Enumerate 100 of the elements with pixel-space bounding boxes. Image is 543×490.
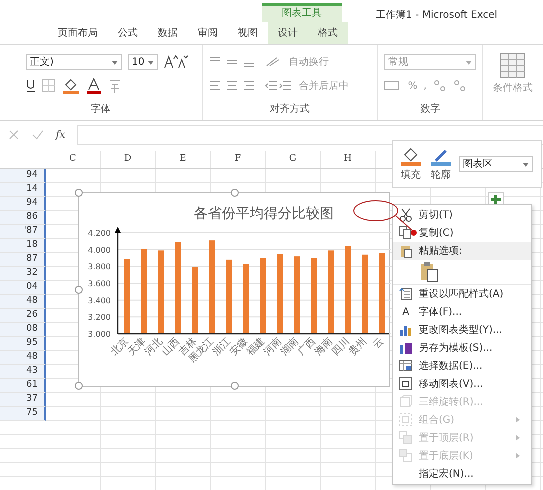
menu-item[interactable]: 更改图表类型(Y)...	[393, 321, 531, 339]
phonetic-icon[interactable]	[108, 78, 122, 94]
chart-bar	[243, 264, 249, 334]
table-cell: 43	[0, 365, 46, 379]
table-cell: 08	[0, 323, 46, 337]
menu-item[interactable]: 移动图表(V)...	[393, 375, 531, 393]
scissors-icon	[399, 208, 413, 222]
dropdown-arrow-icon	[148, 61, 154, 65]
axis-tick-label: 3.000	[88, 330, 111, 339]
table-cell: 32	[0, 267, 46, 281]
table-cell: 14	[0, 183, 46, 197]
dropdown-arrow-icon	[112, 61, 118, 65]
bar-chart-icon	[399, 323, 413, 337]
table-cell: '87	[0, 225, 46, 239]
currency-icon[interactable]	[384, 80, 402, 92]
ribbon-tab[interactable]: 设计	[268, 22, 308, 44]
group-label: 对齐方式	[269, 102, 312, 116]
column-header[interactable]: D	[101, 151, 156, 168]
menu-item[interactable]: 复制(C)	[393, 224, 531, 242]
reset-style-icon	[399, 287, 413, 301]
menu-item[interactable]: 剪切(T)	[393, 206, 531, 224]
menu-item[interactable]: 选择数据(E)...	[393, 357, 531, 375]
font-size-dropdown[interactable]: 10	[128, 54, 158, 70]
enter-icon[interactable]	[32, 129, 44, 141]
table-cell: 61	[0, 379, 46, 393]
menu-item[interactable]: 另存为模板(S)...	[393, 339, 531, 357]
outline-label[interactable]: 轮廓	[431, 168, 451, 182]
table-icon	[399, 359, 413, 373]
column-header[interactable]: G	[266, 151, 321, 168]
chart-area[interactable]: 各省份平均得分比较图 3.000 3.200 3.400 3.600 3.800 4.000 4.200 北京 天津 河北 山西 吉林 黑龙江 浙江 安徽 福建 河南 湖南 广西 海南 四川 贵州 云	[78, 192, 390, 387]
border-icon[interactable]	[42, 79, 56, 93]
menu-item[interactable]: 指定宏(N)...	[393, 465, 531, 483]
resize-handle[interactable]	[231, 382, 239, 390]
menu-item[interactable]: 重设以匹配样式(A)	[393, 285, 531, 303]
submenu-arrow-icon	[515, 416, 521, 424]
paste-icon[interactable]	[419, 261, 439, 283]
axis-tick-label: 4.200	[88, 229, 111, 238]
ribbon-tab[interactable]: 数据	[148, 22, 188, 44]
column-header[interactable]: C	[46, 151, 101, 168]
send-back-icon	[399, 449, 413, 463]
axis-category-label: 云	[371, 336, 386, 352]
dropdown-arrow-icon	[466, 61, 472, 65]
font-icon: A	[402, 306, 410, 318]
menu-item[interactable]: A 字体(F)...	[393, 303, 531, 321]
cancel-icon[interactable]	[8, 129, 20, 141]
chart-element-dropdown[interactable]: 图表区	[459, 156, 533, 172]
ribbon-tab[interactable]: 公式	[108, 22, 148, 44]
table-cell: 75	[0, 407, 46, 421]
axis-tick-label: 3.800	[88, 262, 111, 272]
insert-function-button[interactable]: fx	[56, 130, 66, 140]
bar-chart-icon	[399, 341, 413, 355]
table-cell: 94	[0, 169, 46, 183]
ribbon-tab[interactable]: 审阅	[188, 22, 228, 44]
group-label: 数字	[419, 102, 442, 116]
table-cell: 95	[0, 337, 46, 351]
table-cell: 48	[0, 295, 46, 309]
ribbon-tab[interactable]: 页面布局	[48, 22, 108, 44]
indent-icon[interactable]	[264, 80, 293, 92]
paint-bucket-icon[interactable]	[399, 146, 423, 166]
table-cell: 86	[0, 211, 46, 225]
contextual-tab-header: 图表工具	[262, 3, 342, 22]
axis-tick-label: 4.000	[88, 246, 111, 255]
font-color-icon[interactable]	[86, 78, 102, 94]
fill-color-icon[interactable]	[62, 78, 80, 94]
group-icon	[399, 413, 413, 427]
ribbon-tab[interactable]: 格式	[308, 22, 348, 44]
table-cell: 94	[0, 197, 46, 211]
axis-tick-label: 3.600	[88, 280, 111, 288]
decimal-icon[interactable]	[432, 79, 467, 93]
table-cell: 26	[0, 309, 46, 323]
group-label: 字体	[90, 102, 112, 116]
resize-handle[interactable]	[75, 286, 83, 294]
table-cell: 48	[0, 351, 46, 365]
chart-bar	[192, 268, 198, 334]
resize-handle[interactable]	[75, 382, 83, 390]
column-header[interactable]: E	[156, 151, 211, 168]
underline-icon[interactable]	[26, 79, 36, 93]
table-cell: 37	[0, 393, 46, 407]
table-cell: 18	[0, 239, 46, 253]
resize-handle[interactable]	[75, 189, 83, 197]
submenu-arrow-icon	[515, 452, 521, 460]
bring-front-icon	[399, 431, 413, 445]
move-chart-icon	[399, 377, 413, 391]
dropdown-arrow-icon	[523, 163, 529, 167]
table-cell: 87	[0, 253, 46, 267]
menu-section-header: 粘贴选项:	[393, 242, 531, 260]
submenu-arrow-icon	[515, 434, 521, 442]
window-title: 工作簿1 - Microsoft Excel	[376, 9, 498, 22]
ribbon-tab[interactable]: 视图	[228, 22, 268, 44]
copy-icon	[399, 226, 413, 240]
chart-title: 各省份平均得分比较图	[194, 206, 334, 222]
axis-category-label: 贵州	[347, 336, 370, 358]
font-size-icon[interactable]	[164, 55, 188, 69]
table-grid-icon	[499, 53, 528, 79]
column-header[interactable]: F	[211, 151, 266, 168]
resize-handle[interactable]	[231, 189, 239, 197]
font-name-dropdown[interactable]: 正文)	[26, 54, 122, 70]
column-header[interactable]: H	[321, 151, 376, 168]
fill-label[interactable]: 填充	[401, 168, 421, 182]
axis-tick-label: 3.400	[88, 296, 111, 306]
